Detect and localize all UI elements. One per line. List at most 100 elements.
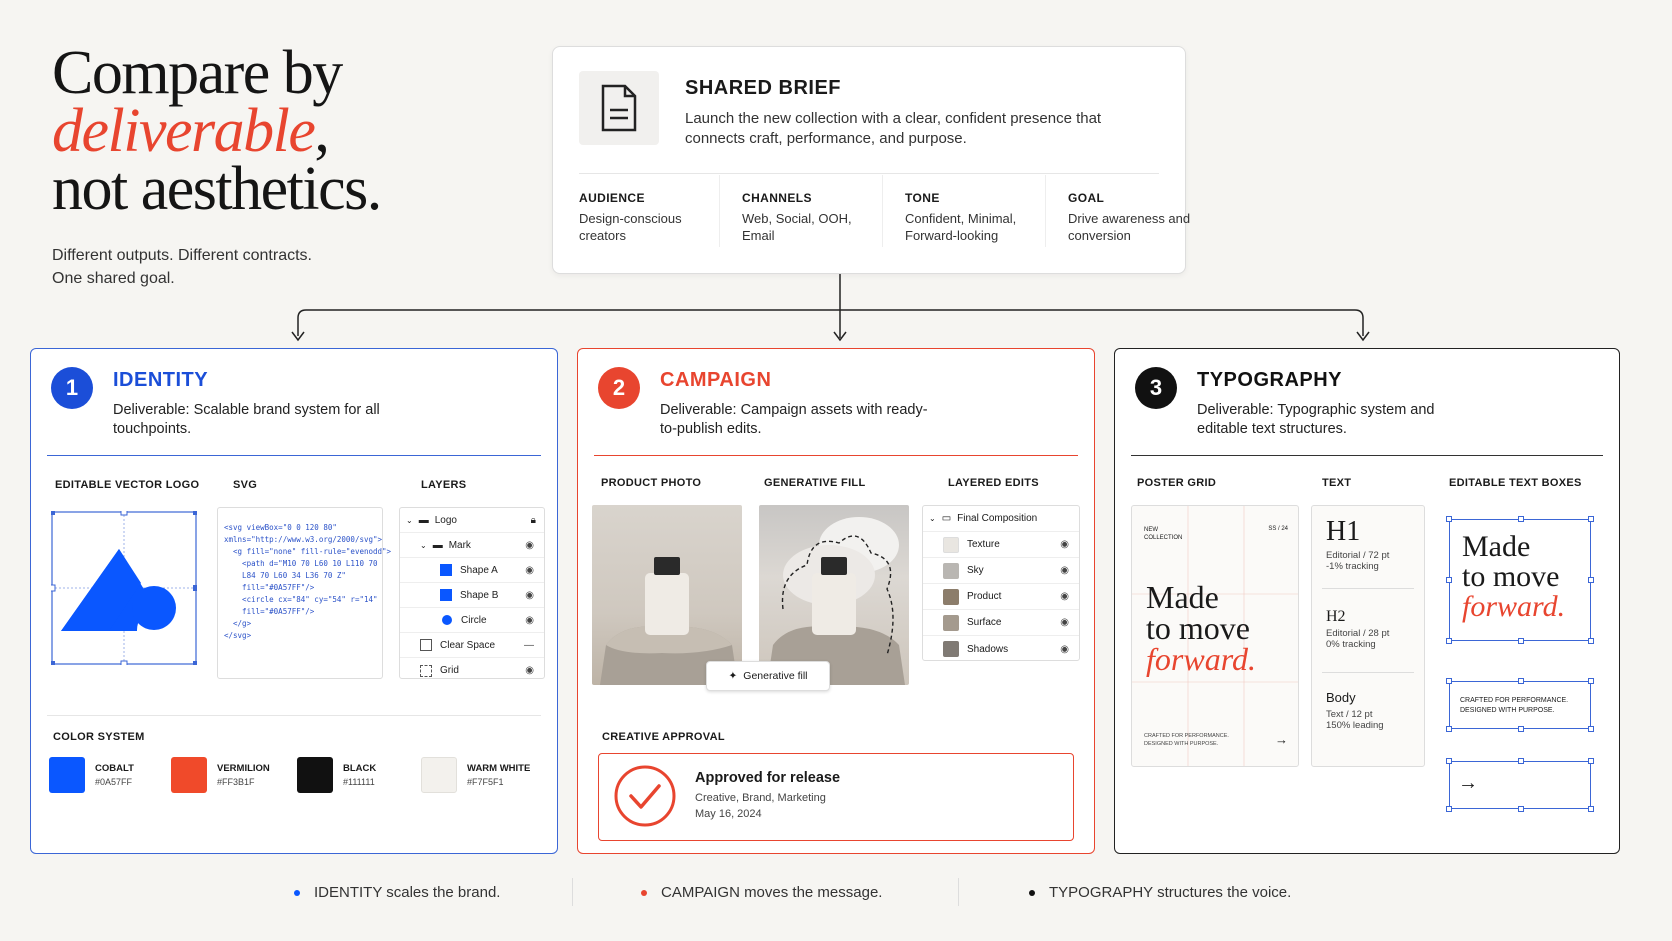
resize-handle[interactable] <box>1588 678 1594 684</box>
resize-handle[interactable] <box>1518 758 1524 764</box>
style-h2[interactable]: H2 Editorial / 28 pt 0% tracking <box>1326 608 1389 650</box>
resize-handle[interactable] <box>1588 726 1594 732</box>
edit-row-surface[interactable]: Surface ◉ <box>923 610 1079 636</box>
product-photo[interactable] <box>592 505 742 685</box>
generative-fill-button[interactable]: ✦ Generative fill <box>706 661 830 691</box>
style-spec: Editorial / 72 pt <box>1326 550 1390 561</box>
eye-icon[interactable]: ◉ <box>1060 591 1069 602</box>
resize-handle[interactable] <box>1518 516 1524 522</box>
resize-handle[interactable] <box>1446 638 1452 644</box>
generative-fill-button-label: Generative fill <box>743 670 808 682</box>
editable-headline-box[interactable]: Made to move forward. <box>1446 516 1594 644</box>
layer-name: Shape A <box>460 564 498 576</box>
square-icon <box>440 589 452 601</box>
resize-handle[interactable] <box>1588 758 1594 764</box>
resize-handle[interactable] <box>1588 516 1594 522</box>
eye-icon[interactable]: ◉ <box>1060 565 1069 576</box>
resize-handle[interactable] <box>1446 726 1452 732</box>
style-name: H1 <box>1326 516 1361 547</box>
layer-row-logo[interactable]: ⌄ ▬ Logo 🔒︎ <box>400 508 544 533</box>
edit-name: Texture <box>967 539 1000 550</box>
poster-grid-preview[interactable]: NEW COLLECTION SS / 24 Made to move forw… <box>1131 505 1299 767</box>
poster-footer: CRAFTED FOR PERFORMANCE. DESIGNED WITH P… <box>1144 733 1229 747</box>
lock-icon[interactable]: 🔒︎ <box>531 515 536 526</box>
layered-edits-label: LAYERED EDITS <box>948 477 1039 489</box>
folder-icon: ▬ <box>418 514 429 526</box>
resize-handle[interactable] <box>1518 726 1524 732</box>
logo-label: EDITABLE VECTOR LOGO <box>55 479 200 491</box>
layer-row-grid[interactable]: Grid ◉ <box>400 658 544 678</box>
swatch-chip <box>171 757 207 793</box>
edit-row-final-composition[interactable]: ⌄ ▭ Final Composition <box>923 506 1079 532</box>
resize-handle[interactable] <box>1446 806 1452 812</box>
approval-title: Approved for release <box>695 770 841 786</box>
resize-handle[interactable] <box>1588 638 1594 644</box>
identity-divider <box>47 715 541 716</box>
layer-row-mark[interactable]: ⌄ ▬ Mark ◉ <box>400 533 544 558</box>
resize-handle[interactable] <box>1446 678 1452 684</box>
layer-row-circle[interactable]: Circle ◉ <box>400 608 544 633</box>
footer-separator <box>958 878 959 906</box>
footer-separator <box>572 878 573 906</box>
swatch-hex: #111111 <box>343 777 375 787</box>
identity-description: Deliverable: Scalable brand system for a… <box>113 402 380 437</box>
resize-handle[interactable] <box>1446 516 1452 522</box>
eye-icon[interactable]: ◉ <box>525 665 534 676</box>
resize-handle[interactable] <box>1588 806 1594 812</box>
dash-icon[interactable]: — <box>524 640 534 651</box>
resize-handle[interactable] <box>1518 806 1524 812</box>
eye-icon[interactable]: ◉ <box>1060 617 1069 628</box>
eye-icon[interactable]: ◉ <box>1060 539 1069 550</box>
edit-row-product[interactable]: Product ◉ <box>923 584 1079 610</box>
eye-icon[interactable]: ◉ <box>525 615 534 626</box>
footer-text: IDENTITY scales the brand. <box>314 884 501 901</box>
editable-arrow-box[interactable]: → <box>1446 758 1594 812</box>
editable-tagline-text: CRAFTED FOR PERFORMANCE. DESIGNED WITH P… <box>1460 697 1569 714</box>
svg-label: SVG <box>233 479 258 491</box>
layer-row-shape-a[interactable]: Shape A ◉ <box>400 558 544 583</box>
footer-text: TYPOGRAPHY structures the voice. <box>1049 884 1292 901</box>
poster-season: SS / 24 <box>1268 526 1288 532</box>
campaign-title: CAMPAIGN <box>660 369 772 391</box>
campaign-panel: 2 CAMPAIGN Deliverable: Campaign assets … <box>577 348 1095 854</box>
texture-thumbnail <box>943 536 959 553</box>
box-headline-line: Made <box>1462 530 1531 563</box>
resize-handle[interactable] <box>1446 577 1452 583</box>
swatch-chip <box>421 757 457 793</box>
identity-rule <box>47 455 541 456</box>
resize-handle[interactable] <box>1446 758 1452 764</box>
edit-row-shadows[interactable]: Shadows ◉ <box>923 636 1079 660</box>
eye-icon[interactable]: ◉ <box>1060 644 1069 655</box>
resize-handle[interactable] <box>1588 577 1594 583</box>
product-thumbnail <box>943 588 959 605</box>
identity-panel: 1 IDENTITY Deliverable: Scalable brand s… <box>30 348 558 854</box>
resize-handle[interactable] <box>1518 638 1524 644</box>
eye-icon[interactable]: ◉ <box>525 565 534 576</box>
vector-logo-editor[interactable] <box>48 508 199 668</box>
swatch-hex: #FF3B1F <box>217 777 255 787</box>
text-label: TEXT <box>1322 477 1352 489</box>
generative-fill-photo[interactable] <box>759 505 909 685</box>
layer-name: Shape B <box>460 589 499 601</box>
layer-name: Clear Space <box>440 639 496 651</box>
layer-row-shape-b[interactable]: Shape B ◉ <box>400 583 544 608</box>
style-body[interactable]: Body Text / 12 pt 150% leading <box>1326 690 1384 731</box>
edit-name: Product <box>967 591 1002 602</box>
swatch-hex: #0A57FF <box>95 777 133 787</box>
editable-tagline-box[interactable]: CRAFTED FOR PERFORMANCE. DESIGNED WITH P… <box>1446 678 1594 732</box>
svg-code-view[interactable]: <svg viewBox="0 0 120 80" xmlns="http://… <box>217 507 391 679</box>
edit-name: Sky <box>967 565 984 576</box>
shadows-thumbnail <box>943 641 959 657</box>
footer-campaign: CAMPAIGN moves the message. <box>641 884 882 901</box>
edit-row-sky[interactable]: Sky ◉ <box>923 558 1079 584</box>
clearspace-icon <box>420 639 432 651</box>
campaign-rule <box>594 455 1078 456</box>
style-h1[interactable]: H1 Editorial / 72 pt -1% tracking <box>1326 516 1389 572</box>
resize-handle[interactable] <box>1518 678 1524 684</box>
layer-row-clear-space[interactable]: Clear Space — <box>400 633 544 658</box>
swatch-chip <box>49 757 85 793</box>
eye-icon[interactable]: ◉ <box>525 590 534 601</box>
edit-row-texture[interactable]: Texture ◉ <box>923 532 1079 558</box>
eye-icon[interactable]: ◉ <box>525 540 534 551</box>
square-icon <box>440 564 452 576</box>
